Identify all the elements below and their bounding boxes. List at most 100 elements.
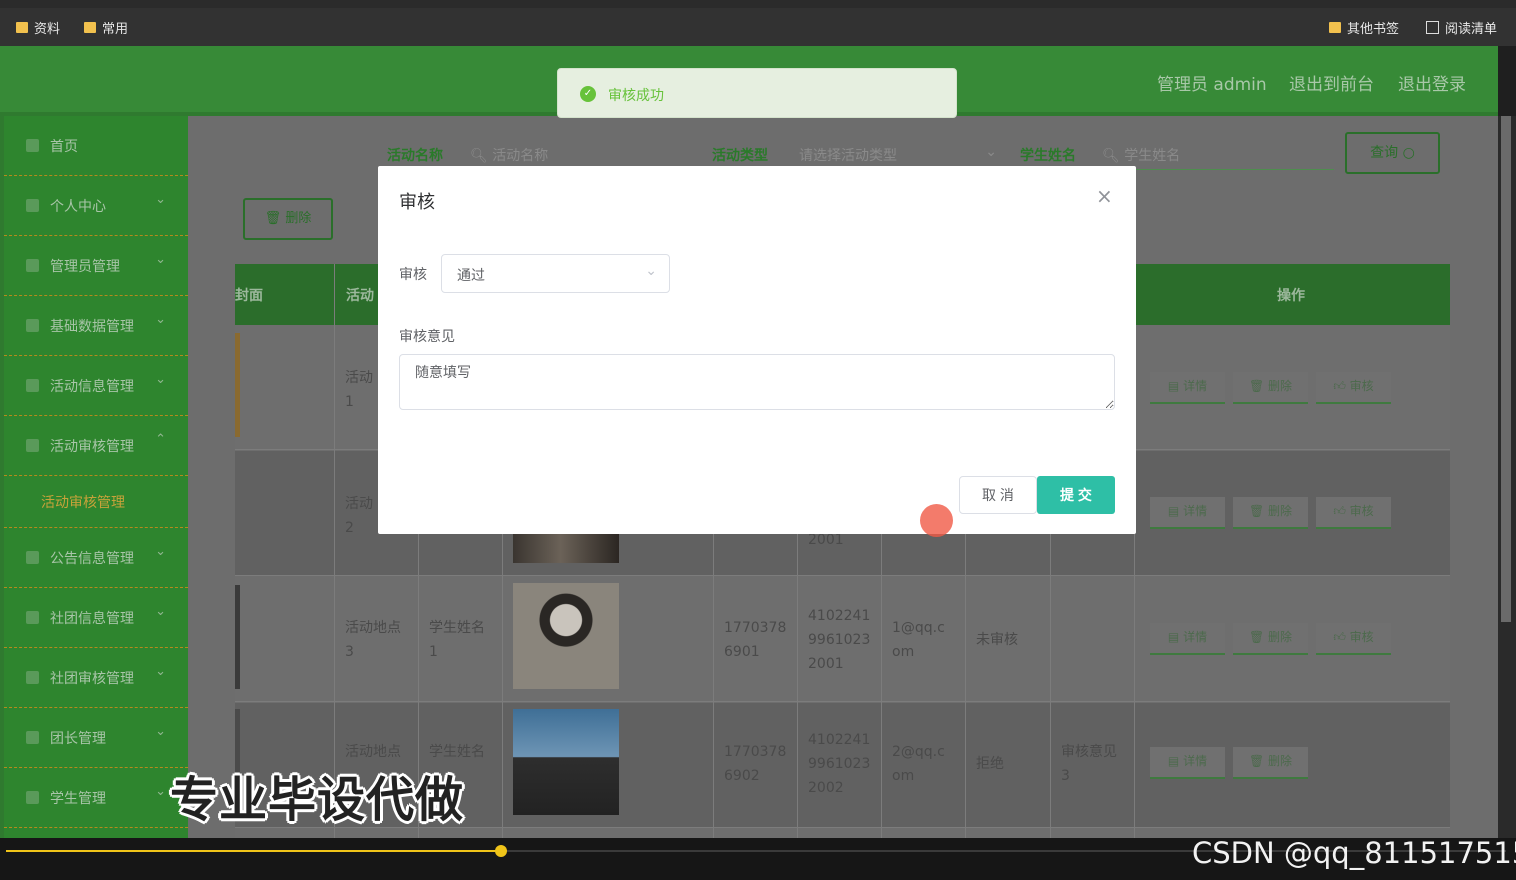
delete-button[interactable]: 🗑︎ 删除 bbox=[1233, 747, 1308, 779]
delete-button[interactable]: 🗑︎ 删除 bbox=[1233, 497, 1308, 529]
sidebar-item-personal[interactable]: 个人中心 ⌄ bbox=[4, 176, 188, 236]
notice-icon bbox=[26, 551, 39, 564]
review-button[interactable]: 👍︎ 审核 bbox=[1316, 497, 1391, 529]
search-icon: 🔍︎ bbox=[470, 148, 488, 164]
sidebar-item-home[interactable]: 首页 bbox=[4, 116, 188, 176]
header-activity: 活动 bbox=[346, 288, 374, 304]
video-progress-handle[interactable] bbox=[495, 845, 507, 857]
submit-button[interactable]: 提 交 bbox=[1037, 476, 1115, 514]
delete-button[interactable]: 🗑︎ 删除 bbox=[1233, 372, 1308, 404]
delete-button[interactable]: 🗑︎ 删除 bbox=[1233, 623, 1308, 655]
close-icon[interactable]: × bbox=[1096, 184, 1113, 208]
check-circle-icon: ✓ bbox=[580, 86, 596, 102]
bookmark-label: 资料 bbox=[34, 22, 61, 37]
cell-idcard: 4102241 9961023 2001 bbox=[808, 608, 871, 672]
detail-button[interactable]: ▤ 详情 bbox=[1150, 497, 1225, 529]
other-bookmarks[interactable]: 其他书签 bbox=[1329, 18, 1399, 37]
sidebar-item-club-review[interactable]: 社团审核管理 ⌄ bbox=[4, 648, 188, 708]
cell-opinion: 审核意见 3 bbox=[1061, 744, 1117, 784]
detail-button[interactable]: ▤ 详情 bbox=[1150, 623, 1225, 655]
sidebar-item-notice[interactable]: 公告信息管理 ⌄ bbox=[4, 528, 188, 588]
admin-icon bbox=[26, 259, 39, 272]
cover-thumbnail bbox=[235, 585, 240, 689]
batch-delete-button[interactable]: 🗑︎ 删除 bbox=[243, 198, 333, 240]
chevron-down-icon: ⌄ bbox=[645, 263, 657, 279]
chevron-down-icon: ⌄ bbox=[155, 664, 166, 679]
query-button[interactable]: 查询 ○ bbox=[1345, 132, 1440, 174]
query-label: 查询 bbox=[1370, 145, 1399, 161]
chevron-down-icon: ⌄ bbox=[155, 604, 166, 619]
btn-label: 详情 bbox=[1183, 504, 1208, 518]
bookmark-folder-1[interactable]: 资料 bbox=[16, 18, 60, 37]
review-result-select[interactable]: 通过 ⌄ bbox=[441, 254, 670, 293]
success-toast: ✓ 审核成功 bbox=[557, 68, 957, 118]
sidebar-subitem-activity-review[interactable]: 活动审核管理 bbox=[4, 476, 188, 528]
folder-icon bbox=[84, 22, 96, 33]
chart-icon bbox=[26, 791, 39, 804]
chevron-down-icon: ⌄ bbox=[155, 312, 166, 327]
reading-list[interactable]: 阅读清单 bbox=[1426, 18, 1497, 37]
search-icon: ○ bbox=[1402, 145, 1415, 161]
sidebar-item-label: 活动审核管理 bbox=[41, 495, 125, 511]
cell-email: 2@qq.c om bbox=[892, 744, 945, 784]
cell-place: 活动地点 3 bbox=[345, 620, 401, 660]
reading-list-icon bbox=[1426, 21, 1439, 34]
sidebar-item-label: 学生管理 bbox=[50, 791, 106, 807]
search-icon: 🔍︎ bbox=[1102, 148, 1120, 164]
sidebar-item-label: 社团审核管理 bbox=[50, 671, 134, 687]
dialog-title: 审核 bbox=[399, 192, 435, 213]
sidebar-item-admins[interactable]: 管理员管理 ⌄ bbox=[4, 236, 188, 296]
bookmarks-bar: 资料 常用 其他书签 阅读清单 bbox=[0, 8, 1516, 46]
sidebar: 首页 个人中心 ⌄ 管理员管理 ⌄ 基础数据管理 ⌄ 活动信息管理 ⌄ 活动审核管理 ⌃ … bbox=[4, 116, 188, 838]
activity-photo bbox=[513, 709, 619, 815]
sidebar-item-label: 活动审核管理 bbox=[50, 439, 134, 455]
mouse-click-indicator bbox=[920, 504, 953, 537]
cancel-button[interactable]: 取 消 bbox=[959, 476, 1037, 514]
scrollbar-thumb[interactable] bbox=[1501, 116, 1511, 622]
btn-label: 审核 bbox=[1349, 379, 1374, 393]
opinion-textarea[interactable]: 随意填写 bbox=[399, 354, 1115, 410]
cell-idcard: 4102241 9961023 2002 bbox=[808, 732, 871, 796]
placeholder: 活动名称 bbox=[492, 148, 549, 164]
btn-label: 审核 bbox=[1349, 504, 1374, 518]
bookmark-folder-2[interactable]: 常用 bbox=[84, 18, 128, 37]
review-button[interactable]: 👍︎ 审核 bbox=[1316, 372, 1391, 404]
list-icon bbox=[26, 671, 39, 684]
logout-link[interactable]: 退出登录 bbox=[1398, 70, 1466, 95]
detail-button[interactable]: ▤ 详情 bbox=[1150, 747, 1225, 779]
delete-label: 删除 bbox=[285, 211, 312, 226]
bookmark-label: 其他书签 bbox=[1347, 22, 1400, 37]
review-label: 审核 bbox=[399, 267, 427, 283]
placeholder: 请选择活动类型 bbox=[799, 148, 897, 164]
cell-student: 学生姓名 1 bbox=[429, 620, 485, 660]
folder-icon bbox=[16, 22, 28, 33]
cell-place: 活动 1 bbox=[345, 370, 373, 410]
sidebar-item-basic-data[interactable]: 基础数据管理 ⌄ bbox=[4, 296, 188, 356]
sidebar-item-club-info[interactable]: 社团信息管理 ⌄ bbox=[4, 588, 188, 648]
sidebar-item-students[interactable]: 学生管理 ⌄ bbox=[4, 768, 188, 828]
club-icon bbox=[26, 611, 39, 624]
watermark-text: 专业毕设代做 bbox=[170, 772, 465, 828]
sidebar-item-activity-info[interactable]: 活动信息管理 ⌄ bbox=[4, 356, 188, 416]
student-name-label: 学生姓名 bbox=[1020, 148, 1076, 164]
cell-phone: 1770378 6902 bbox=[724, 744, 787, 784]
sidebar-item-label: 活动信息管理 bbox=[50, 379, 134, 395]
chevron-down-icon: ⌄ bbox=[155, 372, 166, 387]
header-actions: 操作 bbox=[1277, 288, 1305, 304]
review-icon bbox=[26, 439, 39, 452]
sidebar-item-activity-review[interactable]: 活动审核管理 ⌃ bbox=[4, 416, 188, 476]
sidebar-item-label: 个人中心 bbox=[50, 199, 106, 215]
btn-label: 详情 bbox=[1183, 754, 1208, 768]
review-button[interactable]: 👍︎ 审核 bbox=[1316, 623, 1391, 655]
bookmark-label: 阅读清单 bbox=[1445, 22, 1498, 37]
review-dialog: 审核 × 审核 通过 ⌄ 审核意见 随意填写 取 消 提 交 bbox=[378, 166, 1136, 534]
detail-button[interactable]: ▤ 详情 bbox=[1150, 372, 1225, 404]
flag-icon bbox=[26, 731, 39, 744]
activity-type-label: 活动类型 bbox=[712, 148, 768, 164]
exit-to-front-link[interactable]: 退出到前台 bbox=[1289, 70, 1374, 95]
activity-name-label: 活动名称 bbox=[387, 148, 443, 164]
folder-icon bbox=[1329, 22, 1341, 33]
sidebar-item-leader[interactable]: 团长管理 ⌄ bbox=[4, 708, 188, 768]
sidebar-item-label: 首页 bbox=[50, 139, 78, 155]
btn-label: 详情 bbox=[1183, 379, 1208, 393]
